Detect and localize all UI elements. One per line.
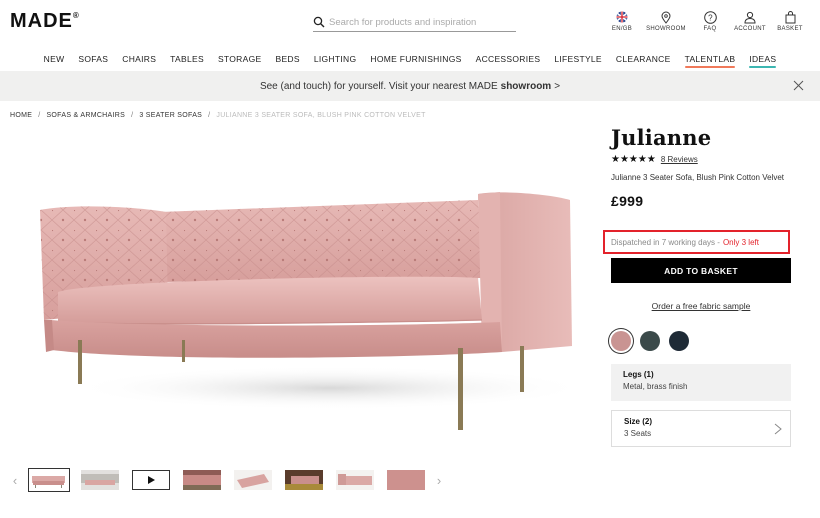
dispatch-notice: Dispatched in 7 working days - Only 3 le… (603, 230, 790, 254)
thumbnail-4[interactable] (183, 470, 221, 490)
showroom-label: SHOWROOM (646, 26, 686, 32)
nav-new[interactable]: NEW (37, 50, 72, 68)
nav-clearance[interactable]: CLEARANCE (609, 50, 678, 68)
nav-storage[interactable]: STORAGE (211, 50, 269, 68)
legs-label: Legs (1) (623, 370, 654, 379)
banner-arrow: > (554, 80, 561, 92)
faq-button[interactable]: ? FAQ (690, 10, 730, 32)
stock-warning: Only 3 left (722, 237, 759, 247)
add-to-basket-button[interactable]: ADD TO BASKET (611, 258, 791, 283)
search-icon (313, 16, 325, 28)
account-label: ACCOUNT (734, 26, 766, 32)
legs-value: Metal, brass finish (623, 382, 688, 391)
nav-sofas[interactable]: SOFAS (71, 50, 115, 68)
svg-text:?: ? (708, 13, 713, 22)
swatch-dark-green[interactable] (640, 331, 660, 351)
breadcrumb-current: JULIANNE 3 SEATER SOFA, BLUSH PINK COTTO… (216, 112, 426, 119)
product-subtitle: Julianne 3 Seater Sofa, Blush Pink Cotto… (611, 173, 784, 182)
nav-ideas[interactable]: IDEAS (742, 50, 783, 68)
user-icon (743, 10, 757, 24)
faq-label: FAQ (703, 26, 717, 32)
locale-button[interactable]: EN/GB (602, 10, 642, 32)
nav-beds[interactable]: BEDS (268, 50, 306, 68)
product-price: £999 (611, 193, 644, 209)
thumbnail-8[interactable] (387, 470, 425, 490)
nav-lighting[interactable]: LIGHTING (307, 50, 364, 68)
showroom-banner[interactable]: See (and touch) for yourself. Visit your… (0, 71, 820, 101)
location-pin-icon (659, 10, 673, 24)
nav-accessories[interactable]: ACCESSORIES (469, 50, 548, 68)
close-icon[interactable] (793, 80, 804, 91)
swatch-blush-pink[interactable] (611, 331, 631, 351)
site-header: MADE® EN/GB SHOWROOM ? FAQ ACCO (0, 0, 820, 44)
fabric-sample-link[interactable]: Order a free fabric sample (611, 301, 791, 311)
basket-label: BASKET (777, 26, 803, 32)
swatch-navy[interactable] (669, 331, 689, 351)
thumb-next-arrow-icon[interactable]: › (432, 473, 446, 488)
uk-flag-icon (615, 10, 629, 24)
thumbnail-strip: ‹ › (8, 466, 446, 494)
banner-text: See (and touch) for yourself. Visit your… (259, 80, 498, 92)
thumb-prev-arrow-icon[interactable]: ‹ (8, 473, 22, 488)
header-icons: EN/GB SHOWROOM ? FAQ ACCOUNT BASKET (602, 10, 810, 32)
reviews-link[interactable]: 8 Reviews (661, 155, 698, 164)
showroom-button[interactable]: SHOWROOM (642, 10, 690, 32)
basket-button[interactable]: BASKET (770, 10, 810, 32)
size-label: Size (2) (624, 417, 653, 426)
breadcrumb-separator: / (208, 112, 211, 119)
product-title: Julianne (611, 125, 712, 150)
thumbnail-7[interactable] (336, 470, 374, 490)
legs-option[interactable]: Legs (1) Metal, brass finish (611, 364, 791, 401)
breadcrumb-sofas-armchairs[interactable]: SOFAS & ARMCHAIRS (46, 112, 125, 119)
breadcrumb-separator: / (131, 112, 134, 119)
question-icon: ? (703, 10, 717, 24)
product-rating: ★★★★★ 8 Reviews (611, 154, 791, 165)
nav-talentlab[interactable]: TALENTLAB (678, 50, 743, 68)
made-logo[interactable]: MADE® (10, 10, 80, 33)
star-rating-icon: ★★★★★ (611, 154, 656, 165)
main-nav: NEW SOFAS CHAIRS TABLES STORAGE BEDS LIG… (0, 50, 820, 70)
breadcrumb-separator: / (38, 112, 41, 119)
thumbnail-2[interactable] (81, 470, 119, 490)
nav-chairs[interactable]: CHAIRS (115, 50, 163, 68)
thumbnail-video[interactable] (132, 470, 170, 490)
dispatch-text: Dispatched in 7 working days - (611, 237, 720, 247)
color-swatches (611, 331, 689, 351)
nav-lifestyle[interactable]: LIFESTYLE (547, 50, 609, 68)
search-input[interactable] (329, 16, 509, 28)
basket-icon (783, 10, 797, 24)
nav-tables[interactable]: TABLES (163, 50, 211, 68)
nav-home-furnishings[interactable]: HOME FURNISHINGS (363, 50, 468, 68)
search-bar[interactable] (313, 13, 516, 32)
breadcrumb-home[interactable]: HOME (10, 112, 32, 119)
size-option[interactable]: Size (2) 3 Seats (611, 410, 791, 447)
product-info: Julianne ★★★★★ 8 Reviews Julianne 3 Seat… (611, 125, 791, 209)
thumbnail-5[interactable] (234, 470, 272, 490)
size-value: 3 Seats (624, 429, 652, 438)
breadcrumb: HOME / SOFAS & ARMCHAIRS / 3 SEATER SOFA… (10, 112, 426, 119)
locale-label: EN/GB (611, 26, 633, 32)
account-button[interactable]: ACCOUNT (730, 10, 770, 32)
thumbnail-1[interactable] (28, 468, 70, 492)
breadcrumb-3-seater-sofas[interactable]: 3 SEATER SOFAS (139, 112, 202, 119)
play-icon (148, 476, 155, 484)
thumbnail-6[interactable] (285, 470, 323, 490)
banner-showroom-link[interactable]: showroom (501, 81, 552, 92)
chevron-right-icon (774, 423, 782, 435)
product-image-sofa[interactable] (30, 170, 590, 440)
